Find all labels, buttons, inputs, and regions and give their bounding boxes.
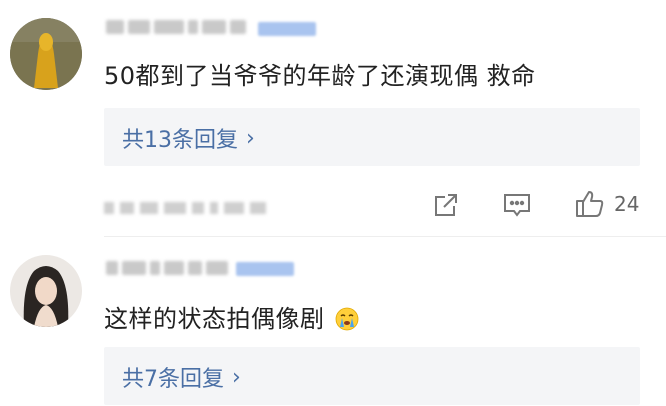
like-count: 24 (614, 192, 640, 216)
username-blurred[interactable] (106, 18, 246, 36)
username-blurred[interactable] (106, 259, 228, 277)
comment-2: 这样的状态拍偶像剧 共7条回复 › (0, 237, 666, 406)
comment-button[interactable] (502, 191, 532, 219)
reply-count-label: 共7条回复 (122, 367, 224, 392)
crying-face-icon (335, 307, 359, 331)
share-icon (435, 194, 457, 216)
avatar[interactable] (10, 255, 82, 327)
reply-box: 共7条回复 › (104, 347, 640, 405)
user-badge-blurred (258, 22, 316, 36)
user-badge-blurred (236, 262, 294, 276)
chevron-right-icon: › (246, 125, 255, 151)
avatar[interactable] (10, 18, 82, 90)
reply-count-label: 共13条回复 (122, 128, 238, 153)
view-replies-link[interactable]: 共7条回复 › (122, 361, 241, 393)
comment-text: 50都到了当爷爷的年龄了还演现偶 救命 (104, 62, 536, 90)
reply-box: 共13条回复 › (104, 108, 640, 166)
comment-text: 这样的状态拍偶像剧 (104, 299, 359, 334)
share-button[interactable] (432, 191, 460, 219)
comment-1: 50都到了当爷爷的年龄了还演现偶 救命 共13条回复 › 24 (0, 0, 666, 236)
timestamp-blurred (104, 196, 266, 220)
view-replies-link[interactable]: 共13条回复 › (122, 122, 255, 154)
comment-icon (504, 194, 530, 217)
chevron-right-icon: › (232, 364, 241, 390)
like-button[interactable]: 24 (574, 189, 639, 219)
thumbs-up-icon (576, 191, 604, 217)
comment-text-body: 这样的状态拍偶像剧 (104, 305, 325, 333)
